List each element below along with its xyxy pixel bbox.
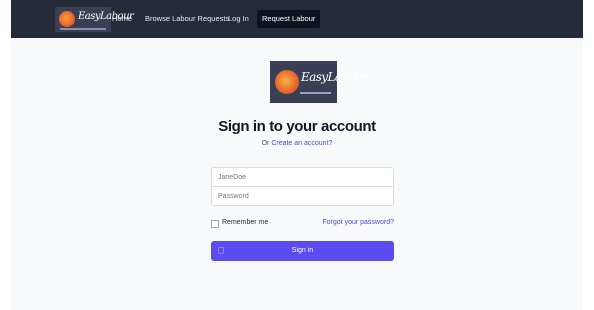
subtitle-prefix: Or bbox=[261, 140, 270, 147]
nav-link-browse-labour-requests[interactable]: Browse Labour Requests bbox=[145, 12, 229, 26]
sun-icon bbox=[275, 70, 299, 94]
username-input[interactable] bbox=[211, 167, 394, 187]
nav-link-home[interactable]: Home bbox=[112, 12, 132, 26]
hero-logo: EasyLabour bbox=[270, 61, 368, 103]
page-title: Sign in to your account bbox=[218, 118, 376, 135]
logo-tagline bbox=[300, 92, 331, 94]
sign-in-button[interactable]: Sign in bbox=[211, 241, 394, 261]
nav-link-request-labour[interactable]: Request Labour bbox=[257, 10, 321, 28]
password-input[interactable] bbox=[211, 186, 394, 206]
sun-icon bbox=[59, 11, 75, 27]
nav-link-log-in[interactable]: Log In bbox=[228, 12, 249, 26]
forgot-password-link[interactable]: Forgot your password? bbox=[322, 219, 394, 226]
brand-logo[interactable]: EasyLabour bbox=[55, 7, 134, 32]
hero-logo-text: EasyLabour bbox=[301, 70, 368, 84]
remember-me-checkbox[interactable] bbox=[211, 220, 219, 228]
sign-in-button-label: Sign in bbox=[291, 247, 314, 254]
top-navbar: EasyLabour Home Browse Labour Requests L… bbox=[11, 0, 583, 38]
remember-me-label: Remember me bbox=[222, 219, 269, 226]
logo-tagline bbox=[60, 28, 106, 30]
create-account-link[interactable]: Create an account? bbox=[271, 140, 332, 147]
page-subtitle: Or Create an account? bbox=[0, 140, 594, 147]
